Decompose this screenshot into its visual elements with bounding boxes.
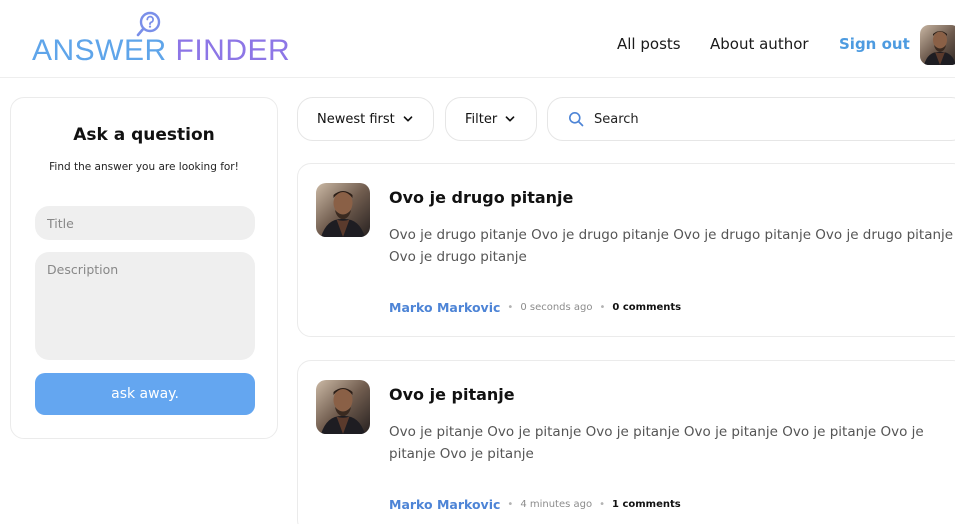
post-author-link[interactable]: Marko Markovic: [389, 300, 500, 315]
nav-all-posts[interactable]: All posts: [617, 35, 681, 53]
ask-question-card: Ask a question Find the answer you are l…: [10, 97, 278, 439]
filter-label: Filter: [465, 111, 498, 127]
search-bar[interactable]: [547, 97, 955, 141]
post-title[interactable]: Ovo je drugo pitanje: [389, 188, 573, 207]
meta-separator: •: [599, 499, 606, 510]
post-title[interactable]: Ovo je pitanje: [389, 385, 515, 404]
top-header: ANSWER FINDER All posts About author Sig…: [0, 0, 955, 78]
sort-label: Newest first: [317, 111, 395, 127]
logo-wordmark: ANSWER FINDER: [32, 34, 290, 68]
post-comments-count[interactable]: 0 comments: [612, 302, 681, 313]
meta-separator: •: [507, 499, 514, 510]
app-logo[interactable]: ANSWER FINDER: [32, 10, 290, 70]
meta-separator: •: [599, 302, 606, 313]
user-avatar[interactable]: [920, 25, 955, 65]
post-timestamp: 0 seconds ago: [520, 302, 593, 313]
search-input[interactable]: [594, 111, 934, 127]
ask-title: Ask a question: [73, 125, 215, 145]
post-timestamp: 4 minutes ago: [520, 499, 593, 510]
post-comments-count[interactable]: 1 comments: [612, 499, 681, 510]
post-author-avatar[interactable]: [316, 183, 370, 237]
ask-subtitle: Find the answer you are looking for!: [49, 161, 239, 173]
question-description-input[interactable]: [35, 252, 255, 360]
meta-separator: •: [507, 302, 514, 313]
post-author-link[interactable]: Marko Markovic: [389, 497, 500, 512]
search-icon: [569, 112, 584, 127]
sort-dropdown[interactable]: Newest first: [297, 97, 434, 141]
post-body: Ovo je pitanje Ovo je pitanje Ovo je pit…: [389, 424, 924, 462]
post-body: Ovo je drugo pitanje Ovo je drugo pitanj…: [389, 227, 954, 265]
post-card[interactable]: Ovo je pitanje Ovo je pitanje Ovo je pit…: [297, 360, 955, 524]
nav-about-author[interactable]: About author: [710, 35, 809, 53]
ask-away-button[interactable]: ask away.: [35, 373, 255, 415]
post-author-avatar[interactable]: [316, 380, 370, 434]
post-meta: Marko Markovic • 4 minutes ago • 1 comme…: [389, 497, 681, 512]
post-card[interactable]: Ovo je drugo pitanje Ovo je drugo pitanj…: [297, 163, 955, 337]
avatar-image-icon: [920, 25, 955, 65]
logo-word-finder: FINDER: [175, 34, 291, 67]
avatar-image-icon: [316, 183, 370, 237]
sign-out-link[interactable]: Sign out: [839, 35, 910, 53]
post-meta: Marko Markovic • 0 seconds ago • 0 comme…: [389, 300, 681, 315]
chevron-down-icon: [403, 116, 413, 122]
avatar-image-icon: [316, 380, 370, 434]
logo-word-answer: ANSWER: [32, 34, 176, 67]
chevron-down-icon: [505, 116, 515, 122]
question-title-input[interactable]: [35, 206, 255, 240]
filter-dropdown[interactable]: Filter: [445, 97, 537, 141]
